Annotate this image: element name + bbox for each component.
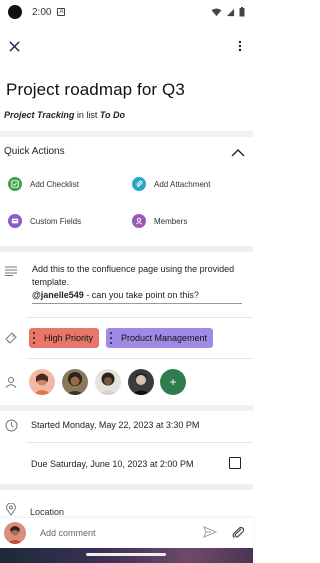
quick-actions-header: Quick Actions bbox=[4, 146, 65, 157]
signal-icon bbox=[226, 8, 235, 16]
members-action[interactable]: Members bbox=[132, 214, 187, 228]
clock-icon bbox=[4, 418, 18, 432]
description-line-1: Add this to the confluence page using th… bbox=[32, 264, 235, 287]
paperclip-icon bbox=[232, 526, 245, 539]
list-name-link[interactable]: To Do bbox=[100, 110, 125, 120]
description-icon bbox=[4, 264, 18, 278]
chevron-up-icon bbox=[231, 149, 245, 157]
members-label: Members bbox=[154, 216, 188, 226]
custom-fields-label: Custom Fields bbox=[30, 216, 82, 226]
location-label[interactable]: Location bbox=[30, 507, 64, 517]
row-divider bbox=[26, 442, 253, 443]
due-date[interactable]: Due Saturday, June 10, 2023 at 2:00 PM bbox=[31, 459, 193, 469]
card-list-info: Project Tracking in list To Do bbox=[4, 110, 125, 120]
label-icon bbox=[4, 331, 18, 345]
add-checklist-action[interactable]: Add Checklist bbox=[8, 177, 79, 191]
add-member-button[interactable]: + bbox=[160, 369, 186, 395]
notification-icon: A bbox=[57, 8, 66, 16]
battery-icon bbox=[239, 7, 245, 17]
comment-bar bbox=[0, 518, 253, 548]
current-user-avatar bbox=[4, 522, 26, 544]
status-time: 2:00 bbox=[32, 6, 52, 18]
comment-input[interactable] bbox=[32, 522, 192, 544]
description-line-2: - can you take point on this? bbox=[83, 290, 199, 300]
row-divider bbox=[26, 317, 253, 318]
row-divider bbox=[26, 358, 253, 359]
section-divider bbox=[0, 131, 253, 137]
more-options-button[interactable] bbox=[233, 36, 247, 56]
close-icon bbox=[8, 40, 20, 52]
label-high-priority[interactable]: High Priority bbox=[29, 328, 100, 348]
members-icon bbox=[132, 214, 146, 228]
section-divider bbox=[0, 484, 253, 490]
send-comment-button[interactable] bbox=[203, 525, 218, 539]
status-indicators bbox=[211, 7, 245, 17]
due-complete-checkbox[interactable] bbox=[229, 457, 241, 469]
member-avatar[interactable] bbox=[95, 369, 121, 395]
attachment-icon bbox=[132, 177, 146, 191]
collapse-quick-actions-button[interactable] bbox=[231, 145, 245, 157]
camera-cutout bbox=[8, 5, 22, 19]
drag-handle-icon bbox=[106, 328, 116, 348]
more-vert-icon bbox=[238, 40, 242, 52]
attach-button[interactable] bbox=[231, 525, 245, 539]
label-text: Product Management bbox=[121, 333, 208, 343]
description-underline bbox=[32, 303, 242, 304]
custom-fields-icon bbox=[8, 214, 22, 228]
person-icon bbox=[4, 375, 18, 389]
location-pin-icon bbox=[4, 502, 18, 516]
system-navigation-bar bbox=[0, 548, 253, 563]
add-attachment-action[interactable]: Add Attachment bbox=[132, 177, 210, 191]
wifi-icon bbox=[211, 7, 222, 16]
custom-fields-action[interactable]: Custom Fields bbox=[8, 214, 81, 228]
label-text: High Priority bbox=[44, 333, 94, 343]
add-attachment-label: Add Attachment bbox=[154, 179, 211, 189]
member-avatar[interactable] bbox=[62, 369, 88, 395]
description-text[interactable]: Add this to the confluence page using th… bbox=[32, 263, 242, 302]
section-divider bbox=[0, 405, 253, 411]
member-avatar[interactable] bbox=[128, 369, 154, 395]
top-app-bar bbox=[0, 36, 253, 56]
status-bar: 2:00 A bbox=[0, 0, 253, 24]
board-name-link[interactable]: Project Tracking bbox=[4, 110, 74, 120]
member-avatar[interactable] bbox=[29, 369, 55, 395]
close-button[interactable] bbox=[4, 36, 24, 56]
start-date[interactable]: Started Monday, May 22, 2023 at 3:30 PM bbox=[31, 420, 199, 430]
label-product-management[interactable]: Product Management bbox=[106, 328, 214, 348]
checklist-icon bbox=[8, 177, 22, 191]
in-list-text: in list bbox=[74, 110, 100, 120]
drag-handle-icon bbox=[29, 328, 39, 348]
section-divider bbox=[0, 246, 253, 252]
add-checklist-label: Add Checklist bbox=[30, 179, 79, 189]
mention-link[interactable]: @janelle549 bbox=[32, 290, 84, 300]
home-gesture-handle[interactable] bbox=[86, 553, 166, 556]
card-title[interactable]: Project roadmap for Q3 bbox=[6, 80, 185, 100]
send-icon bbox=[203, 526, 218, 538]
